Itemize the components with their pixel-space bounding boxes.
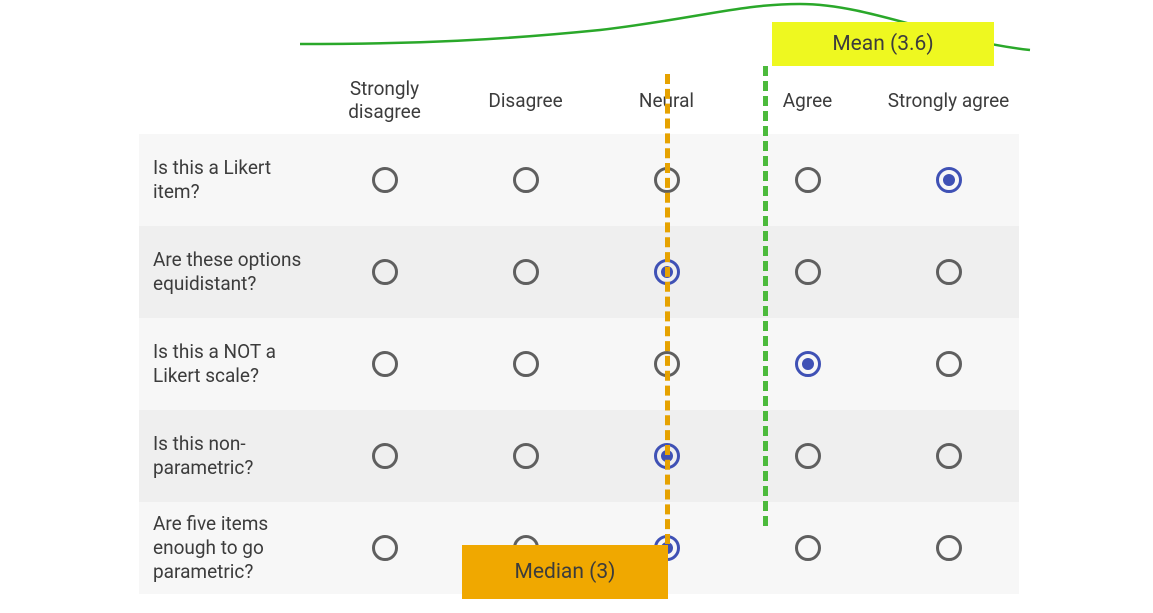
radio-option[interactable] [513, 167, 539, 193]
question-label: Is this non-parametric? [139, 432, 314, 480]
median-label: Median (3) [515, 560, 616, 584]
radio-cell [878, 443, 1019, 469]
radio-option[interactable] [795, 443, 821, 469]
radio-option[interactable] [372, 535, 398, 561]
radio-cell [737, 443, 878, 469]
question-label: Is this a NOT a Likert scale? [139, 340, 314, 388]
question-row: Is this a NOT a Likert scale? [139, 318, 1019, 410]
radio-cell [878, 351, 1019, 377]
mean-callout: Mean (3.6) [772, 22, 994, 66]
mean-label: Mean (3.6) [832, 32, 933, 56]
median-line [665, 74, 670, 544]
radio-option[interactable] [795, 535, 821, 561]
col-header-1: Strongly disagree [314, 78, 455, 124]
radio-option[interactable] [936, 351, 962, 377]
radio-cell [737, 535, 878, 561]
radio-cell [455, 259, 596, 285]
likert-table: Strongly disagree Disagree Neural Agree … [139, 68, 1019, 594]
radio-cell [455, 351, 596, 377]
radio-cell [737, 351, 878, 377]
radio-option[interactable] [936, 443, 962, 469]
col-header-5: Strongly agree [878, 90, 1019, 113]
radio-cell [314, 535, 455, 561]
radio-cell [878, 167, 1019, 193]
header-row: Strongly disagree Disagree Neural Agree … [139, 68, 1019, 134]
question-label: Are five items enough to go parametric? [139, 512, 314, 583]
col-header-2: Disagree [455, 90, 596, 113]
radio-option[interactable] [372, 351, 398, 377]
radio-option[interactable] [372, 443, 398, 469]
radio-cell [455, 167, 596, 193]
question-label: Are these options equidistant? [139, 248, 314, 296]
question-row: Is this a Likert item? [139, 134, 1019, 226]
radio-option[interactable] [936, 259, 962, 285]
radio-cell [314, 351, 455, 377]
radio-option[interactable] [795, 167, 821, 193]
median-callout: Median (3) [462, 545, 668, 599]
radio-option[interactable] [513, 351, 539, 377]
question-row: Is this non-parametric? [139, 410, 1019, 502]
radio-option[interactable] [936, 167, 962, 193]
radio-cell [878, 535, 1019, 561]
radio-cell [455, 443, 596, 469]
mean-line [763, 66, 768, 526]
radio-option[interactable] [795, 351, 821, 377]
question-label: Is this a Likert item? [139, 156, 314, 204]
radio-option[interactable] [936, 535, 962, 561]
radio-cell [878, 259, 1019, 285]
col-header-4: Agree [737, 90, 878, 113]
radio-option[interactable] [372, 259, 398, 285]
question-row: Are these options equidistant? [139, 226, 1019, 318]
radio-cell [314, 259, 455, 285]
radio-cell [737, 259, 878, 285]
stage: Mean (3.6) Median (3) Strongly disagree … [0, 0, 1153, 613]
radio-cell [737, 167, 878, 193]
radio-option[interactable] [372, 167, 398, 193]
radio-option[interactable] [513, 443, 539, 469]
radio-cell [314, 443, 455, 469]
radio-option[interactable] [795, 259, 821, 285]
radio-cell [314, 167, 455, 193]
radio-option[interactable] [513, 259, 539, 285]
